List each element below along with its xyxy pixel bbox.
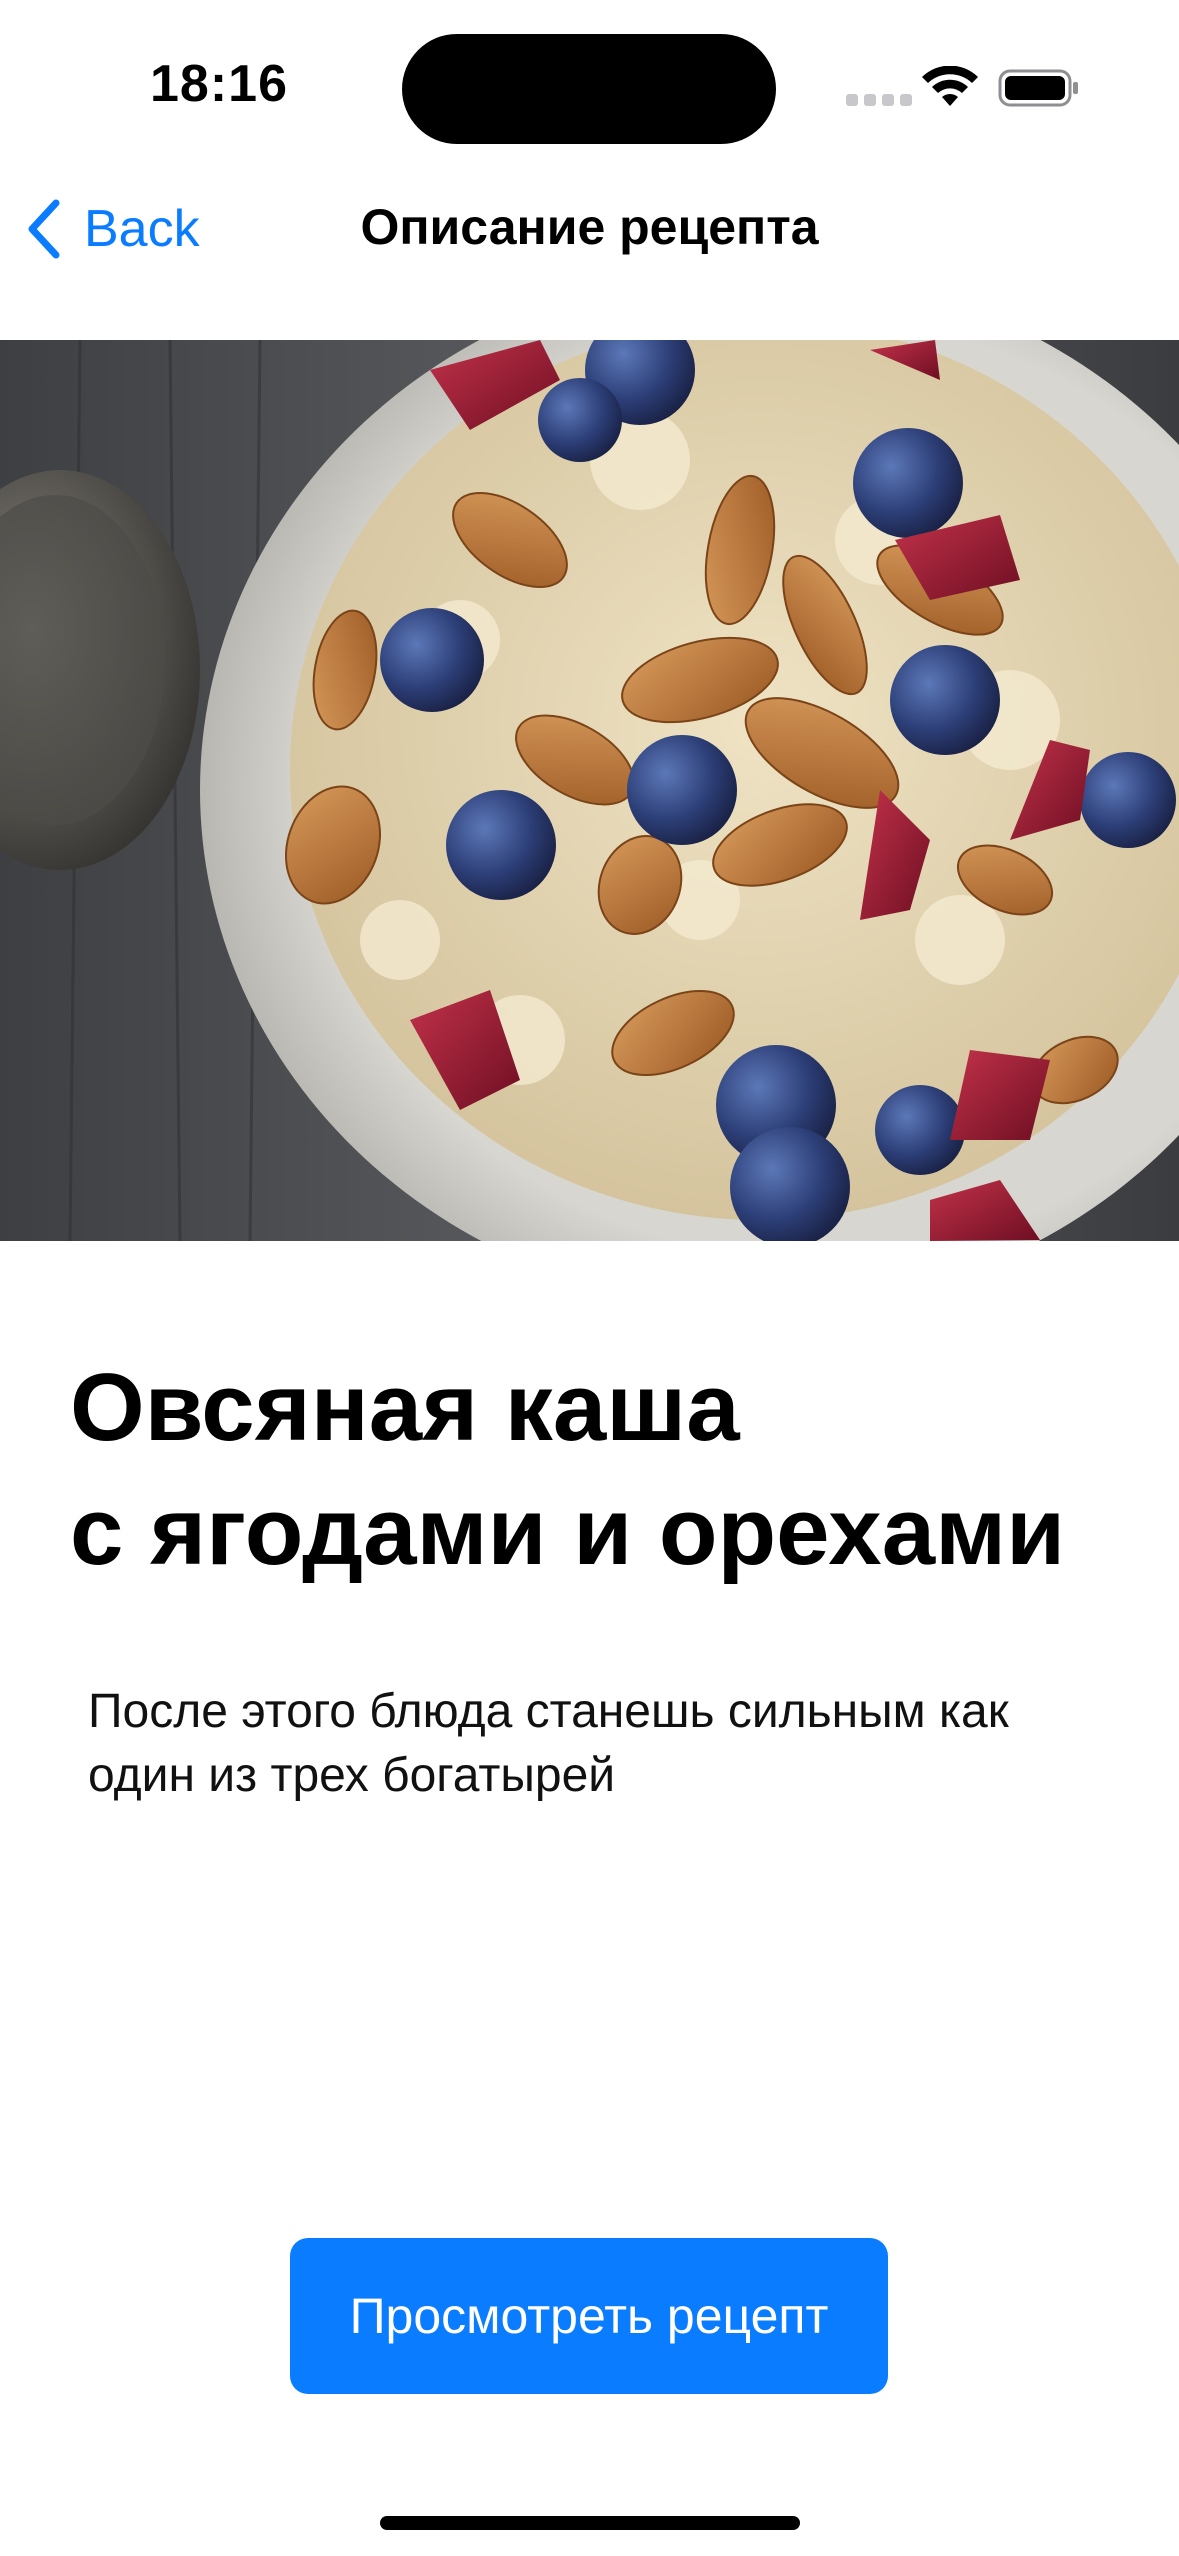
navigation-bar: Back Описание рецепта — [0, 170, 1179, 286]
status-bar: 18:16 — [0, 0, 1179, 160]
battery-icon — [998, 69, 1078, 107]
recipe-description-line-2: один из трех богатырей — [88, 1749, 616, 1802]
view-recipe-button[interactable]: Просмотреть рецепт — [290, 2238, 888, 2394]
recipe-title-line-1: Овсяная каша — [70, 1354, 740, 1461]
recipe-title: Овсяная каша с ягодами и орехами — [70, 1346, 1150, 1594]
home-indicator[interactable] — [380, 2516, 800, 2530]
cellular-signal-icon — [846, 94, 912, 106]
recipe-description-line-1: После этого блюда станешь сильным как — [88, 1685, 1009, 1738]
recipe-description: После этого блюда станешь сильным как од… — [88, 1680, 1108, 1808]
nav-title: Описание рецепта — [360, 199, 819, 255]
recipe-photo — [0, 340, 1179, 1241]
wifi-icon — [922, 66, 978, 106]
oatmeal-photo-icon — [0, 340, 1179, 1241]
recipe-title-line-2: с ягодами и орехами — [70, 1478, 1066, 1585]
dynamic-island — [402, 34, 776, 144]
view-recipe-button-label: Просмотреть рецепт — [349, 2288, 829, 2344]
status-time: 18:16 — [150, 55, 288, 113]
